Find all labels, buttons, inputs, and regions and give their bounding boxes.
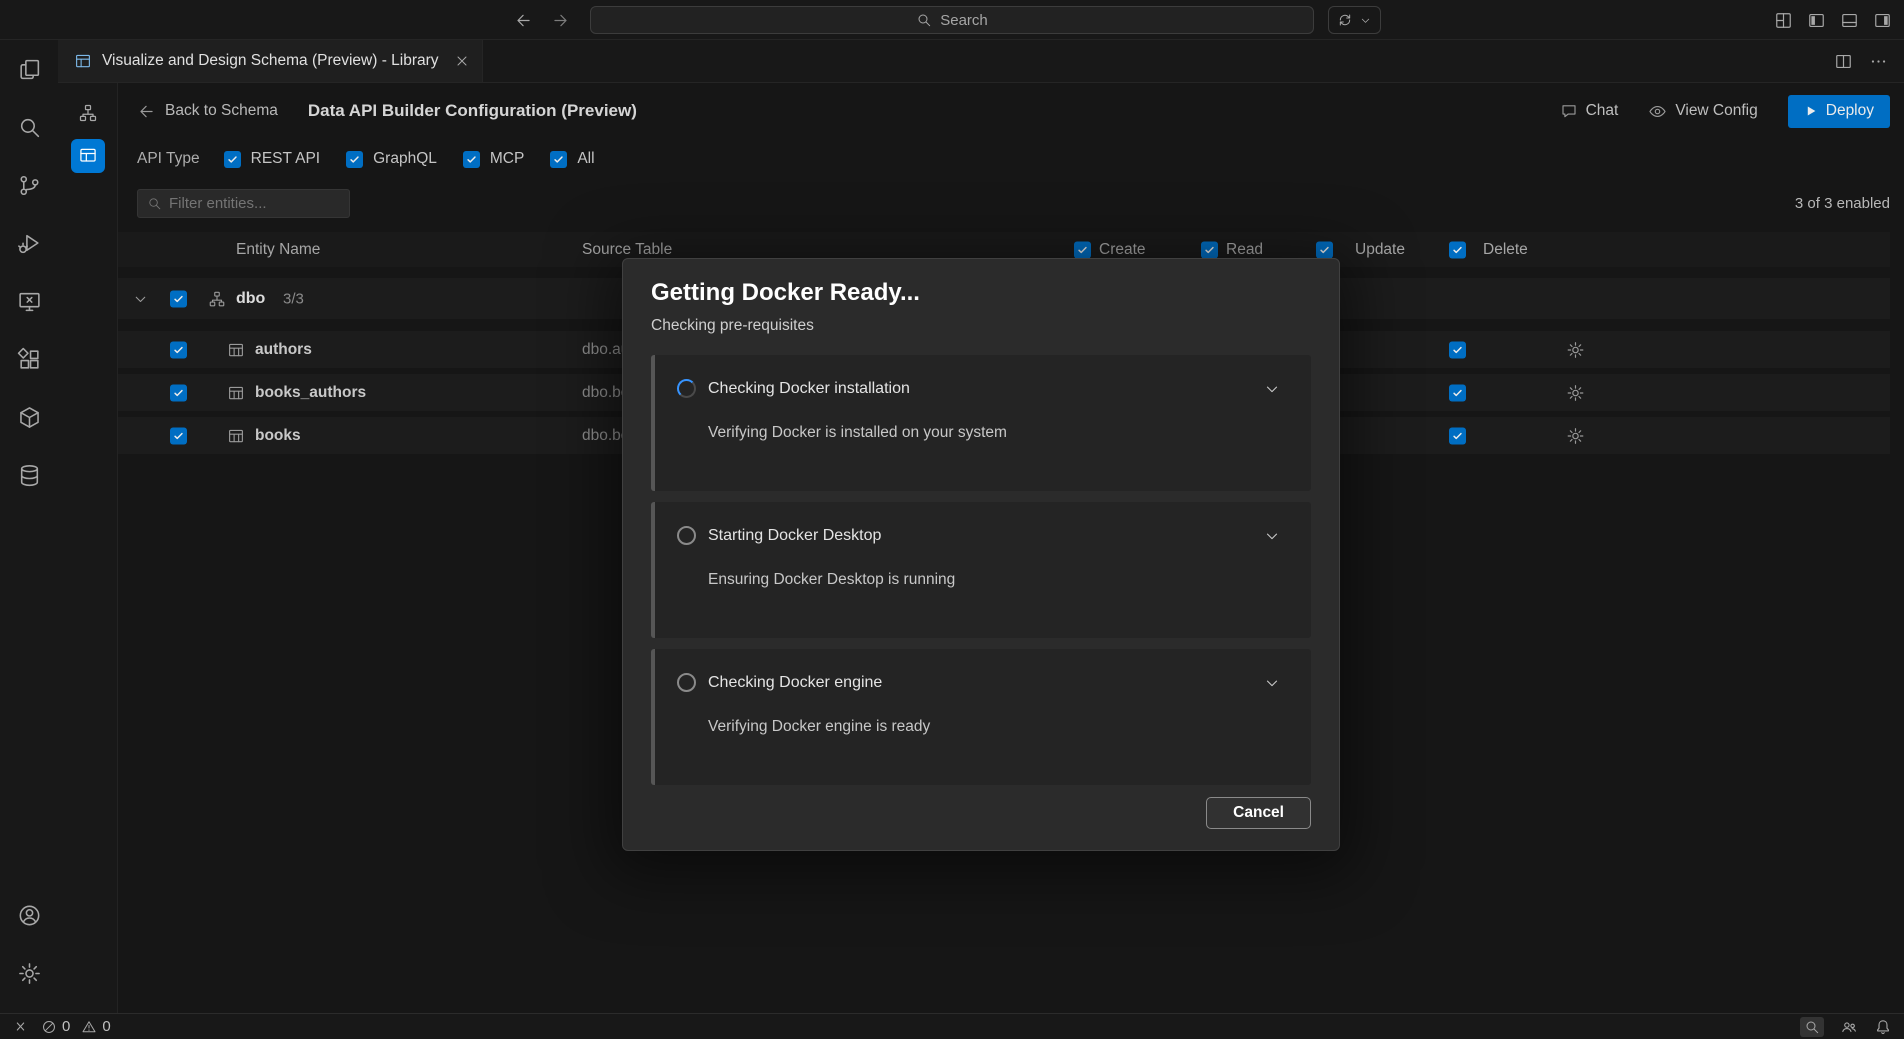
step-description: Ensuring Docker Desktop is running [708,571,1281,589]
run-debug-icon [17,231,42,256]
nav-forward-button[interactable] [551,11,570,30]
account-icon [17,903,42,928]
api-builder-button[interactable] [71,139,105,173]
zoom-button[interactable] [1800,1017,1824,1037]
chevron-down-icon[interactable] [1263,380,1281,398]
step-label: Starting Docker Desktop [708,527,1251,545]
error-icon [41,1019,57,1035]
hierarchy-icon [78,103,98,123]
step-header: Starting Docker Desktop [677,526,1281,545]
docker-step-card: Starting Docker Desktop Ensuring Docker … [651,502,1311,638]
activity-explorer-button[interactable] [5,45,53,93]
docker-step-card: Checking Docker engine Verifying Docker … [651,649,1311,785]
status-right [1800,1017,1892,1037]
source-control-icon [17,173,42,198]
step-header: Checking Docker engine [677,673,1281,692]
dialog-title: Getting Docker Ready... [651,279,1311,307]
table-config-icon [78,146,98,166]
tab-title: Visualize and Design Schema (Preview) - … [102,52,444,70]
remote-icon[interactable] [12,1018,29,1035]
activity-package-button[interactable] [5,393,53,441]
warning-icon [81,1019,97,1035]
spinner-icon [677,379,696,398]
toggle-panel-bottom-button[interactable] [1840,11,1859,30]
step-label: Checking Docker engine [708,674,1251,692]
docker-step-card: Checking Docker installation Verifying D… [651,355,1311,491]
extensions-icon [17,347,42,372]
toggle-panel-right-button[interactable] [1873,11,1892,30]
layout-controls [1774,0,1892,40]
history-nav [514,0,570,40]
search-placeholder: Search [940,12,988,29]
step-description: Verifying Docker is installed on your sy… [708,424,1281,442]
tab-close-button[interactable] [454,53,470,69]
status-bar: 0 0 [0,1013,1904,1039]
chevron-down-icon[interactable] [1263,674,1281,692]
activity-search-button[interactable] [5,103,53,151]
cancel-button[interactable]: Cancel [1206,797,1311,829]
sync-icon [1337,12,1353,28]
database-icon [17,463,42,488]
remote-monitor-icon [17,289,42,314]
tab-bar: Visualize and Design Schema (Preview) - … [58,40,1904,83]
more-actions-button[interactable] [1869,52,1888,71]
step-header: Checking Docker installation [677,379,1281,398]
dialog-subtitle: Checking pre-requisites [651,317,1311,335]
activity-bar [0,40,58,1013]
activity-source-control-button[interactable] [5,161,53,209]
package-icon [17,405,42,430]
vscode-window: Search Visualize and Design Schema (Prev… [0,0,1904,1039]
pending-circle-icon [677,673,696,692]
problems-button[interactable]: 0 0 [41,1018,117,1035]
warning-count: 0 [102,1018,110,1035]
search-icon [17,115,42,140]
dialog-footer: Cancel [651,797,1311,829]
settings-button[interactable] [5,949,53,997]
chevron-down-icon[interactable] [1263,527,1281,545]
titlebar: Search [0,0,1904,40]
activity-run-debug-button[interactable] [5,219,53,267]
notifications-bell-button[interactable] [1874,1018,1892,1036]
people-button[interactable] [1840,1018,1858,1036]
command-center-search[interactable]: Search [590,6,1314,34]
tool-strip [58,83,117,1013]
sync-action-button[interactable] [1328,6,1381,34]
editor-tab[interactable]: Visualize and Design Schema (Preview) - … [58,40,483,82]
activity-database-button[interactable] [5,451,53,499]
chevron-down-icon [1359,14,1372,27]
activity-remote-explorer-button[interactable] [5,277,53,325]
search-icon [916,12,932,28]
account-button[interactable] [5,891,53,939]
step-description: Verifying Docker engine is ready [708,718,1281,736]
nav-back-button[interactable] [514,11,533,30]
schema-tab-icon [74,52,92,70]
customize-layout-button[interactable] [1774,11,1793,30]
pending-circle-icon [677,526,696,545]
activity-extensions-button[interactable] [5,335,53,383]
split-editor-button[interactable] [1834,52,1853,71]
status-left: 0 0 [12,1018,117,1035]
settings-gear-icon [17,961,42,986]
toggle-panel-left-button[interactable] [1807,11,1826,30]
editor-actions [1834,40,1904,82]
error-count: 0 [62,1018,70,1035]
explorer-icon [17,57,42,82]
docker-ready-dialog: Getting Docker Ready... Checking pre-req… [622,258,1340,851]
step-label: Checking Docker installation [708,380,1251,398]
schema-designer-button[interactable] [71,96,105,130]
